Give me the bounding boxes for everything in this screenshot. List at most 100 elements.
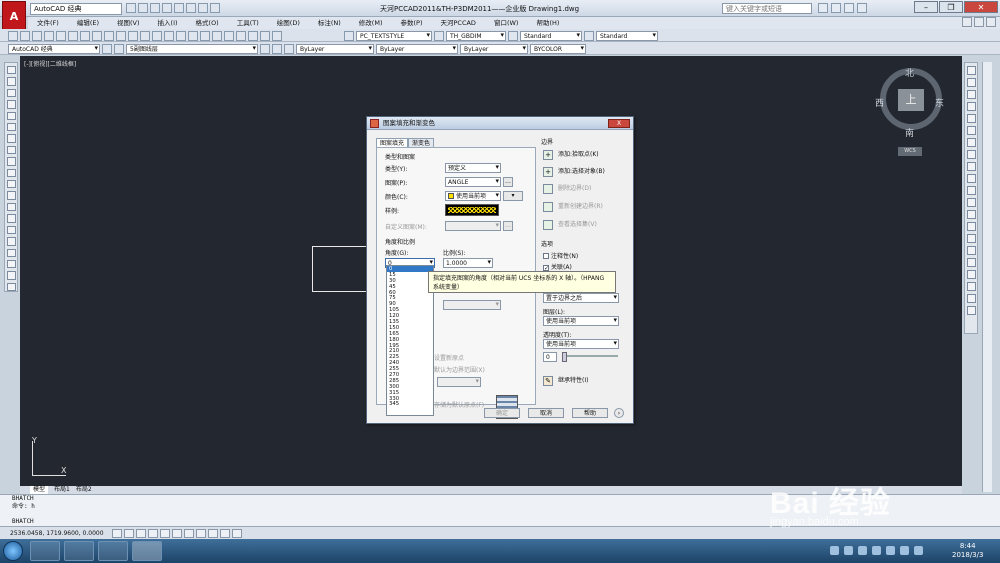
origin-store-label[interactable]: 存储为默认原点(F) bbox=[434, 400, 484, 409]
add-pick-points-button[interactable]: + 添加:拾取点(K) bbox=[543, 149, 599, 160]
menu-pccad[interactable]: 天河PCCAD bbox=[431, 17, 484, 29]
tray-volume-icon[interactable] bbox=[900, 546, 909, 555]
more-options-button[interactable]: › bbox=[614, 408, 624, 418]
array-icon[interactable] bbox=[966, 114, 976, 123]
spline-icon[interactable] bbox=[6, 157, 16, 166]
menu-edit[interactable]: 编辑(E) bbox=[68, 17, 108, 29]
layer-dropdown[interactable]: 5副图线层 bbox=[126, 44, 258, 54]
join-icon[interactable] bbox=[966, 222, 976, 231]
match-prop-icon[interactable] bbox=[116, 31, 126, 41]
stretch-icon[interactable] bbox=[966, 162, 976, 171]
explode-icon[interactable] bbox=[966, 258, 976, 267]
workspace-dropdown[interactable]: AutoCAD 经典 bbox=[30, 3, 122, 15]
star-icon[interactable] bbox=[844, 3, 854, 13]
menu-modify[interactable]: 修改(M) bbox=[350, 17, 392, 29]
mtext-icon[interactable] bbox=[6, 271, 16, 280]
dyn-icon[interactable] bbox=[196, 529, 206, 538]
recreate-boundary-button[interactable]: 重新创建边界(R) bbox=[543, 201, 603, 212]
hatch-icon[interactable] bbox=[6, 225, 16, 235]
table-style-dropdown[interactable]: Standard bbox=[520, 31, 582, 41]
markup-icon[interactable] bbox=[248, 31, 258, 41]
menu-dimension[interactable]: 标注(N) bbox=[309, 17, 350, 29]
transparency-value[interactable]: 0 bbox=[543, 352, 557, 362]
tray-shield-icon[interactable] bbox=[844, 546, 853, 555]
text-style-dropdown[interactable]: PC_TEXTSTYLE bbox=[356, 31, 432, 41]
linetype-dropdown[interactable]: ByLayer bbox=[376, 44, 458, 54]
erase-icon[interactable] bbox=[966, 66, 976, 75]
inherit-properties-button[interactable]: ✎ 继承特性(I) bbox=[543, 375, 588, 386]
rectangle-icon[interactable] bbox=[6, 111, 16, 121]
layer-previous-icon[interactable] bbox=[272, 44, 282, 54]
plot-icon[interactable] bbox=[210, 3, 220, 13]
revcloud-icon[interactable] bbox=[6, 145, 16, 155]
viewcube-top[interactable]: 上 bbox=[898, 89, 924, 111]
polygon-icon[interactable] bbox=[6, 100, 16, 109]
color-dropdown-dialog[interactable]: 使用当前项 bbox=[445, 191, 501, 201]
menu-parametric[interactable]: 参数(P) bbox=[391, 17, 431, 29]
rotate-icon[interactable] bbox=[966, 138, 976, 147]
tray-network-icon[interactable] bbox=[872, 546, 881, 555]
workspace-combo[interactable]: AutoCAD 经典 bbox=[8, 44, 100, 54]
insert-block-icon[interactable] bbox=[6, 191, 16, 200]
new-icon[interactable] bbox=[8, 31, 18, 41]
dialog-close-button[interactable]: X bbox=[608, 119, 630, 128]
pen-width-dropdown[interactable] bbox=[443, 300, 501, 310]
line-icon[interactable] bbox=[6, 66, 16, 75]
dim-linear-icon[interactable] bbox=[966, 270, 976, 279]
taskbar-media-icon[interactable] bbox=[98, 541, 128, 561]
dim-style-dropdown[interactable]: TH_GBDIM bbox=[446, 31, 506, 41]
new-icon[interactable] bbox=[126, 3, 136, 13]
print-icon[interactable] bbox=[174, 3, 184, 13]
annotative-checkbox[interactable]: 注释性(N) bbox=[543, 251, 578, 260]
cancel-button[interactable]: 取消 bbox=[528, 408, 564, 418]
custom-browse-button[interactable]: … bbox=[503, 221, 513, 231]
qp-icon[interactable] bbox=[232, 529, 242, 538]
custom-pattern-dropdown[interactable] bbox=[445, 221, 501, 231]
dim-radius-icon[interactable] bbox=[966, 294, 976, 303]
coordinate-readout[interactable]: 2536.0458, 1719.9600, 0.0000 bbox=[10, 530, 104, 537]
polyline-icon[interactable] bbox=[6, 88, 16, 98]
redo-icon[interactable] bbox=[198, 3, 208, 13]
dim-diameter-icon[interactable] bbox=[966, 306, 976, 315]
tab-layout1[interactable]: 布局1 bbox=[54, 486, 70, 494]
save-icon[interactable] bbox=[32, 31, 42, 41]
associative-checkbox[interactable]: ✓ 关联(A) bbox=[543, 262, 572, 272]
menu-tools[interactable]: 工具(T) bbox=[228, 17, 268, 29]
lineweight-dropdown[interactable]: ByLayer bbox=[460, 44, 528, 54]
mirror-icon[interactable] bbox=[966, 90, 976, 99]
draw-order-dropdown[interactable]: 置于边界之后 bbox=[543, 293, 619, 303]
origin-position-dropdown[interactable] bbox=[437, 377, 481, 387]
taskbar-explorer-icon[interactable] bbox=[64, 541, 94, 561]
viewcube-west[interactable]: 西 bbox=[875, 96, 884, 109]
pattern-dropdown[interactable]: ANGLE bbox=[445, 177, 501, 187]
paste-icon[interactable] bbox=[104, 31, 114, 41]
clock[interactable]: 8:44 2018/3/3 bbox=[952, 542, 983, 560]
extend-icon[interactable] bbox=[966, 186, 976, 195]
menu-view[interactable]: 视图(V) bbox=[108, 17, 149, 29]
help-icon[interactable] bbox=[857, 3, 867, 13]
tool-palette-icon[interactable] bbox=[224, 31, 234, 41]
minimize-button[interactable]: – bbox=[914, 1, 938, 13]
trim-icon[interactable] bbox=[966, 174, 976, 183]
help-button[interactable]: 帮助 bbox=[572, 408, 608, 418]
lightbulb-icon[interactable] bbox=[114, 44, 124, 54]
zoom-icon[interactable] bbox=[164, 31, 174, 41]
table-icon[interactable] bbox=[6, 259, 16, 269]
ellipse-icon[interactable] bbox=[6, 168, 16, 178]
sheet-set-icon[interactable] bbox=[236, 31, 246, 41]
bg-color-dropdown[interactable]: ▾ bbox=[503, 191, 523, 201]
add-select-objects-button[interactable]: + 添加:选择对象(B) bbox=[543, 166, 605, 177]
save-as-icon[interactable] bbox=[162, 3, 172, 13]
pan-icon[interactable] bbox=[152, 31, 162, 41]
binoculars-icon[interactable] bbox=[818, 3, 828, 13]
view-selections-button[interactable]: 查看选择集(V) bbox=[543, 219, 597, 230]
transparency-slider[interactable] bbox=[562, 352, 618, 362]
gradient-icon[interactable] bbox=[6, 237, 16, 246]
viewcube-east[interactable]: 东 bbox=[935, 96, 944, 109]
color-dropdown[interactable]: ByLayer bbox=[296, 44, 374, 54]
doc-restore-button[interactable] bbox=[974, 17, 984, 27]
chamfer-icon[interactable] bbox=[966, 234, 976, 243]
osnap-icon[interactable] bbox=[160, 529, 170, 538]
viewport-label[interactable]: [-][俯视][二维线框] bbox=[24, 59, 76, 68]
angle-options-list[interactable]: 0 15 30 45 60 75 90 105 120 135 150 165 … bbox=[386, 265, 434, 416]
